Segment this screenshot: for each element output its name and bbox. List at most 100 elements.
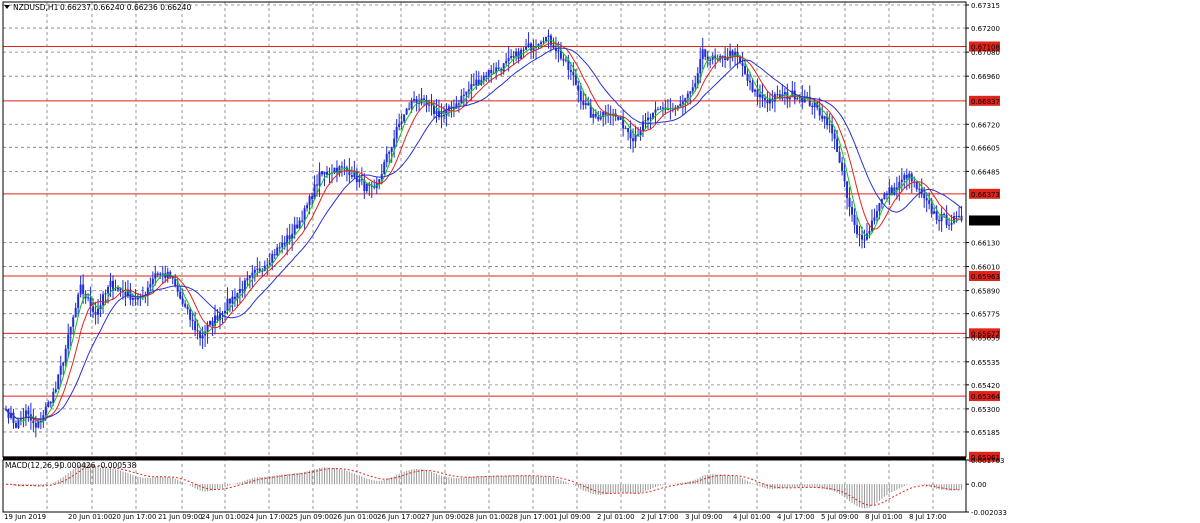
chart-axes: 0.67315 0.67200 0.67080 0.66960 0.66720 0.666… <box>4 2 1007 521</box>
candle-body <box>918 188 921 190</box>
time-tick-label: 24 Jun 01:00 <box>201 513 245 521</box>
candle-body <box>462 94 465 96</box>
candle-body <box>704 49 707 57</box>
candle-body <box>435 110 438 114</box>
candle-body <box>823 116 826 119</box>
candle-body <box>848 197 851 208</box>
candle-body <box>365 184 368 192</box>
candle-body <box>938 219 941 222</box>
candle-body <box>945 214 948 225</box>
candle-body <box>632 138 635 142</box>
candle-body <box>472 84 475 86</box>
candle-body <box>248 275 251 279</box>
candle-body <box>323 171 326 175</box>
candle-body <box>181 298 184 304</box>
candle-body <box>741 62 744 67</box>
candle-body <box>828 124 831 126</box>
candle-body <box>116 288 119 290</box>
candle-body <box>268 262 271 265</box>
price-tick-label: 0.65420 <box>971 382 1000 390</box>
candle-body <box>470 84 473 90</box>
candle-body <box>525 46 528 50</box>
price-tick-label: 0.66960 <box>971 73 1000 81</box>
candle-body <box>838 152 841 163</box>
candle-body <box>296 224 299 229</box>
time-tick-label: 8 Jul 17:00 <box>909 513 947 521</box>
symbol-menu-icon[interactable] <box>4 5 10 9</box>
candle-body <box>746 73 749 81</box>
candle-body <box>92 306 95 313</box>
macd-panel <box>6 462 963 509</box>
candle-body <box>378 179 381 183</box>
candle-body <box>308 196 311 206</box>
candle-body <box>758 94 761 98</box>
candle-body <box>87 297 90 299</box>
candle-body <box>552 45 555 48</box>
horizontal-levels[interactable]: 0.671080.668370.663730.659630.656770.653… <box>3 41 1000 462</box>
time-tick-label: 2 Jul 17:00 <box>641 513 679 521</box>
price-tick-label: 0.66485 <box>971 168 1000 176</box>
candle-body <box>507 57 510 61</box>
candle-body <box>403 114 406 122</box>
candle-body <box>903 174 906 180</box>
candle-body <box>744 66 747 74</box>
price-chart[interactable]: 0.671080.668370.663730.659630.656770.653… <box>0 0 1200 523</box>
ma-line-10 <box>5 42 962 421</box>
candle-body <box>405 108 408 115</box>
candle-body <box>413 98 416 101</box>
candle-body <box>216 315 219 320</box>
time-tick-label: 25 Jun 09:00 <box>289 513 333 521</box>
candle-body <box>661 107 664 109</box>
candle-body <box>423 98 426 100</box>
candle-body <box>569 69 572 72</box>
candle-body <box>905 174 908 179</box>
price-tick-label: 0.67315 <box>971 2 1000 10</box>
candle-body <box>592 113 595 118</box>
candle-body <box>923 193 926 199</box>
candle-body <box>293 224 296 234</box>
time-tick-label: 20 Jun 17:00 <box>112 513 156 521</box>
candle-body <box>191 319 194 322</box>
current-price-label: 0.66240 <box>971 217 1000 225</box>
candle-body <box>773 94 776 102</box>
price-tick-label: 0.65775 <box>971 311 1000 319</box>
candle-body <box>597 116 600 120</box>
candle-body <box>39 420 42 422</box>
candle-body <box>564 59 567 61</box>
macd-panel-frame <box>2 459 967 513</box>
candle-body <box>925 198 928 201</box>
time-tick-label: 8 Jul 01:00 <box>865 513 903 521</box>
candle-body <box>256 268 259 270</box>
time-tick-label: 28 Jun 01:00 <box>465 513 509 521</box>
candle-body <box>873 217 876 221</box>
candle-body <box>490 69 493 74</box>
candle-body <box>502 63 505 72</box>
level-badge-label: 0.65364 <box>971 393 1000 401</box>
candle-body <box>836 138 839 153</box>
candle-body <box>756 89 759 98</box>
candle-body <box>689 91 692 94</box>
candle-body <box>17 419 20 428</box>
price-tick-label: 0.66010 <box>971 264 1000 272</box>
ma-line-5 <box>5 39 962 424</box>
candle-body <box>258 268 261 271</box>
candle-body <box>49 401 52 404</box>
candlesticks <box>5 29 963 438</box>
candle-body <box>321 171 324 175</box>
candle-body <box>226 298 229 311</box>
candle-body <box>311 196 314 200</box>
candle-body <box>796 97 799 100</box>
candle-body <box>246 278 249 281</box>
candle-body <box>398 123 401 128</box>
candle-body <box>875 211 878 218</box>
candle-body <box>679 103 682 107</box>
candle-body <box>766 99 769 104</box>
candle-body <box>943 213 946 215</box>
candle-body <box>522 49 525 51</box>
candle-body <box>594 113 597 117</box>
candle-body <box>428 104 431 106</box>
candle-body <box>179 291 182 299</box>
candle-body <box>271 254 274 263</box>
candle-body <box>131 297 134 300</box>
candle-body <box>27 410 30 415</box>
